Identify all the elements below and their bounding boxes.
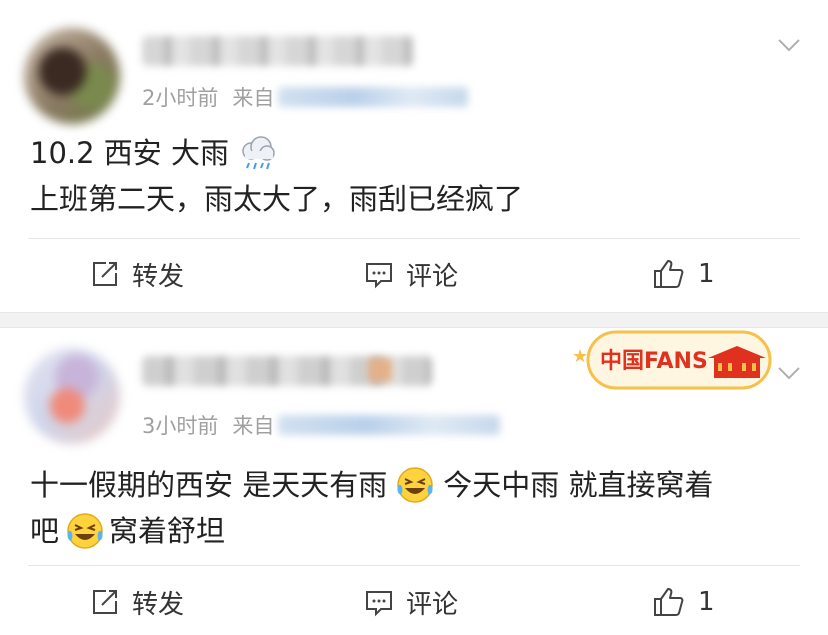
action-bar: 转发 评论 1	[0, 570, 828, 634]
comment-icon	[366, 591, 392, 617]
content-text: 吧	[30, 514, 60, 548]
repost-label: 转发	[132, 589, 185, 620]
badge-label: 中国FANS	[600, 349, 708, 374]
comment-button[interactable]: 评论	[364, 242, 458, 306]
content-line: 十一假期的西安 是天天有雨 今天中雨 就直接窝着	[30, 462, 804, 508]
content-line: 上班第二天，雨太大了，雨刮已经疯了	[30, 176, 804, 222]
post-time: 3小时前	[142, 414, 219, 438]
post-content: 十一假期的西安 是天天有雨 今天中雨 就直接窝着 吧 窝着舒坦	[30, 462, 804, 554]
like-button[interactable]: 1	[652, 242, 715, 306]
post-meta: 3小时前 来自	[142, 410, 501, 440]
username-blurred[interactable]	[142, 36, 414, 66]
repost-label: 转发	[132, 261, 185, 292]
username-blurred-badge	[368, 358, 392, 382]
post-meta: 2小时前 来自	[142, 82, 469, 112]
china-fans-badge[interactable]: ★ 中国FANS	[566, 328, 776, 390]
source-label: 来自	[232, 414, 275, 438]
post-card: 2小时前 来自 10.2 西安 大雨 上班第二天，雨太大了，雨刮已经疯了 转发 …	[0, 0, 828, 312]
repost-button[interactable]: 转发	[90, 242, 184, 306]
like-count: 1	[698, 259, 715, 289]
content-text: 今天中雨 就直接窝着	[443, 468, 714, 502]
comment-label: 评论	[406, 589, 459, 620]
chevron-down-icon[interactable]	[776, 32, 802, 58]
content-text: 10.2 西安 大雨	[30, 136, 230, 170]
content-text: 上班第二天，雨太大了，雨刮已经疯了	[30, 182, 524, 216]
like-button[interactable]: 1	[652, 570, 715, 634]
content-text: 窝着舒坦	[109, 514, 226, 548]
repost-icon	[93, 590, 117, 614]
content-line: 10.2 西安 大雨	[30, 130, 804, 176]
post-card: ★ 中国FANS 3小时前 来自 十一假期的西安 是天天有雨 今天中雨 就直接窝…	[0, 328, 828, 635]
content-line: 吧 窝着舒坦	[30, 508, 804, 554]
comment-icon	[366, 263, 392, 289]
svg-text:★: ★	[572, 346, 588, 367]
divider	[28, 565, 800, 566]
action-bar: 转发 评论 1	[0, 242, 828, 306]
like-count: 1	[698, 587, 715, 617]
laughing-tears-icon	[67, 513, 103, 549]
avatar[interactable]	[24, 348, 120, 444]
post-time: 2小时前	[142, 86, 219, 110]
thumbs-up-icon	[654, 588, 684, 616]
post-content: 10.2 西安 大雨 上班第二天，雨太大了，雨刮已经疯了	[30, 130, 804, 222]
source-label: 来自	[232, 86, 275, 110]
comment-label: 评论	[406, 261, 459, 292]
repost-icon	[93, 262, 117, 286]
laughing-tears-icon	[397, 467, 433, 503]
post-separator	[0, 312, 828, 328]
avatar[interactable]	[24, 28, 120, 124]
chevron-down-icon[interactable]	[776, 360, 802, 386]
divider	[28, 238, 800, 239]
content-text: 十一假期的西安 是天天有雨	[30, 468, 388, 502]
thumbs-up-icon	[654, 260, 684, 288]
source-blurred[interactable]	[278, 415, 501, 435]
comment-button[interactable]: 评论	[364, 570, 458, 634]
repost-button[interactable]: 转发	[90, 570, 184, 634]
rain-cloud-icon	[242, 136, 275, 170]
source-blurred[interactable]	[278, 87, 469, 107]
